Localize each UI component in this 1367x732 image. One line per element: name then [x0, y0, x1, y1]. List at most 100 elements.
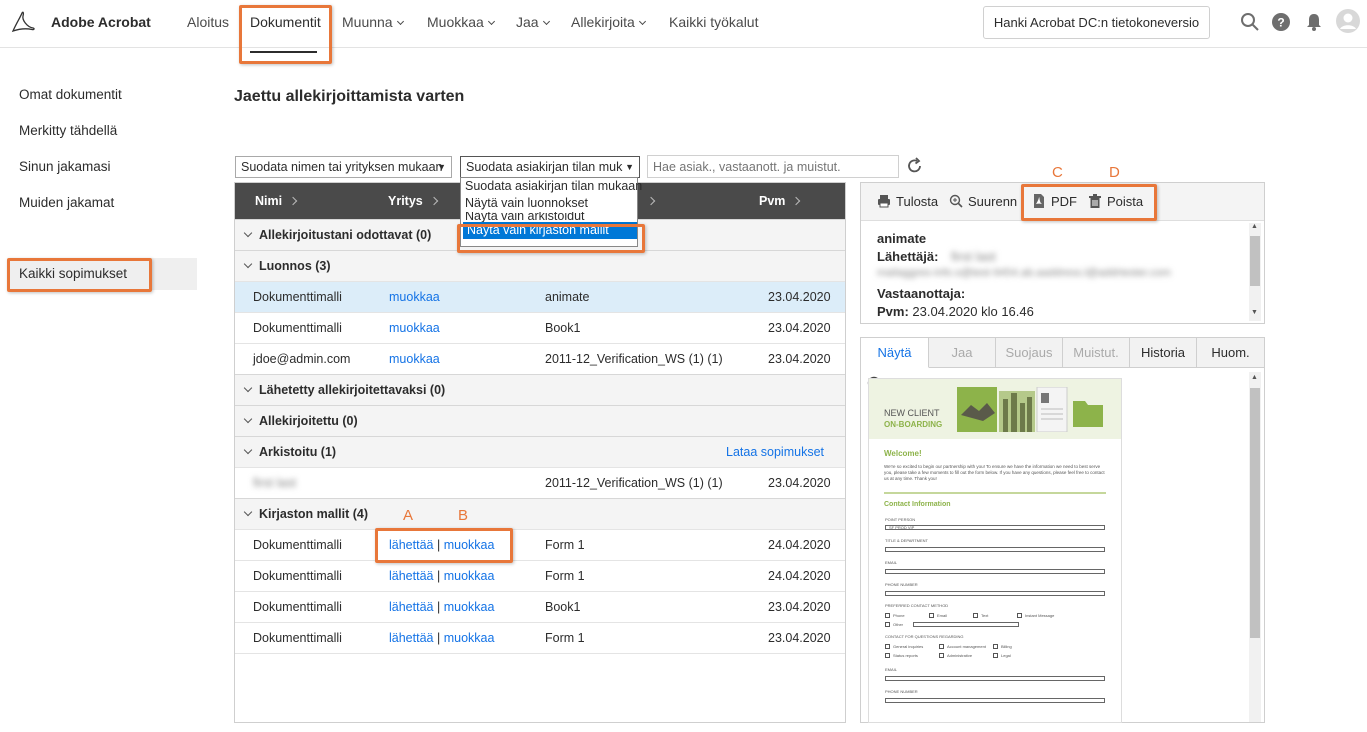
print-button[interactable]: Tulosta — [877, 194, 938, 209]
scroll-up-arrow-icon[interactable]: ▲ — [1251, 374, 1258, 381]
detail-sender-label: Lähettäjä: — [877, 249, 939, 264]
table-row[interactable]: Dokumenttimalli lähettää | muokkaa Book1… — [235, 591, 845, 622]
thumb-checkbox-label: Administrative — [947, 653, 973, 658]
send-link[interactable]: lähettää — [389, 600, 433, 614]
group-header-drafts[interactable]: Luonnos (3) — [235, 250, 845, 281]
nav-muokkaa[interactable]: Muokkaa — [427, 14, 495, 30]
thumb-checkbox-label: Legal — [1001, 653, 1011, 658]
nav-muunna[interactable]: Muunna — [342, 14, 404, 30]
chevron-right-icon — [288, 196, 298, 206]
sidebar-item-omat-dokumentit[interactable]: Omat dokumentit — [19, 87, 122, 102]
name-filter-select[interactable]: Suodata nimen tai yrityksen mukaan ▼ — [235, 156, 452, 178]
table-row[interactable]: jdoe@admin.com muokkaa 2011-12_Verificat… — [235, 343, 845, 374]
table-row[interactable]: Dokumenttimalli lähettää | muokkaa Form … — [235, 560, 845, 591]
table-row[interactable]: Dokumenttimalli lähettää | muokkaa Form … — [235, 529, 845, 560]
nav-dokumentit[interactable]: Dokumentit — [250, 14, 321, 30]
delete-button[interactable]: Poista — [1088, 194, 1143, 209]
table-footer-divider — [235, 653, 845, 654]
nav-kaikki-tyokalut[interactable]: Kaikki työkalut — [669, 14, 758, 30]
tab-historia[interactable]: Historia — [1130, 338, 1197, 368]
row-date: 23.04.2020 — [768, 476, 831, 490]
group-header-library-templates[interactable]: Kirjaston mallit (4) — [235, 498, 845, 529]
row-name: Dokumenttimalli — [253, 538, 342, 552]
tab-jaa[interactable]: Jaa — [929, 338, 996, 368]
thumb-field-label: TITLE & DEPARTMENT — [885, 538, 928, 543]
tab-suojaus[interactable]: Suojaus — [996, 338, 1063, 368]
send-link[interactable]: lähettää — [389, 631, 433, 645]
sidebar-item-merkitty[interactable]: Merkitty tähdellä — [19, 123, 117, 138]
acrobat-logo-icon[interactable] — [10, 10, 36, 37]
status-option-selected[interactable]: Näytä vain kirjaston mallit — [463, 222, 637, 239]
bell-icon[interactable] — [1306, 13, 1322, 34]
document-preview-thumbnail[interactable]: NEW CLIENT ON-BOARDING Welcome! We're so… — [868, 378, 1122, 723]
edit-link[interactable]: muokkaa — [444, 600, 495, 614]
table-row[interactable]: first last 2011-12_Verification_WS (1) (… — [235, 467, 845, 498]
thumb-field-label: PHONE NUMBER — [885, 689, 918, 694]
row-date: 24.04.2020 — [768, 538, 831, 552]
edit-link[interactable]: muokkaa — [389, 282, 440, 312]
thumb-welcome: Welcome! — [884, 449, 922, 458]
status-filter-select[interactable]: Suodata asiakirjan tilan muka ▼ — [460, 156, 640, 178]
scroll-down-arrow-icon[interactable]: ▼ — [1251, 309, 1258, 316]
column-header-sort[interactable] — [640, 194, 656, 208]
group-header-archived[interactable]: Arkistoitu (1) Lataa sopimukset — [235, 436, 845, 467]
sidebar-item-muiden-jakamat[interactable]: Muiden jakamat — [19, 195, 114, 210]
detail-date-label: Pvm: — [877, 304, 909, 319]
chevron-right-icon — [646, 196, 656, 206]
chevron-down-icon — [243, 259, 253, 269]
nav-aloitus[interactable]: Aloitus — [187, 14, 229, 30]
refresh-icon[interactable] — [906, 157, 924, 178]
send-link[interactable]: lähettää — [389, 569, 433, 583]
send-link[interactable]: lähettää — [389, 538, 433, 552]
table-row[interactable]: Dokumenttimalli muokkaa Book1 23.04.2020 — [235, 312, 845, 343]
get-desktop-button[interactable]: Hanki Acrobat DC:n tietokoneversio — [983, 6, 1210, 39]
column-header-company[interactable]: Yritys — [388, 194, 438, 208]
sidebar-item-sinun-jakamasi[interactable]: Sinun jakamasi — [19, 159, 111, 174]
column-header-date[interactable]: Pvm — [759, 194, 801, 208]
row-name: jdoe@admin.com — [253, 352, 351, 366]
tab-huom[interactable]: Huom. — [1197, 338, 1264, 368]
zoom-button[interactable]: Suurenn — [949, 194, 1017, 209]
avatar[interactable] — [1336, 9, 1360, 36]
download-agreements-link[interactable]: Lataa sopimukset — [726, 437, 824, 467]
row-date: 23.04.2020 — [768, 600, 831, 614]
status-option[interactable]: Näytä vain arkistoidut — [461, 212, 637, 222]
nav-allekirjoita[interactable]: Allekirjoita — [571, 14, 646, 30]
scroll-thumb[interactable] — [1250, 236, 1260, 286]
table-row[interactable]: Dokumenttimalli lähettää | muokkaa Form … — [235, 622, 845, 653]
row-document: Form 1 — [545, 538, 585, 552]
scroll-up-arrow-icon[interactable]: ▲ — [1251, 223, 1258, 230]
brand-name[interactable]: Adobe Acrobat — [51, 14, 151, 30]
details-scrollbar[interactable]: ▲ ▼ — [1249, 223, 1261, 321]
thumb-section: Contact Information — [884, 501, 951, 508]
column-header-name[interactable]: Nimi — [255, 194, 298, 208]
thumb-checkbox — [885, 622, 890, 627]
edit-link[interactable]: muokkaa — [389, 344, 440, 374]
sidebar-item-kaikki-sopimukset[interactable]: Kaikki sopimukset — [10, 258, 197, 290]
help-icon[interactable]: ? — [1272, 13, 1290, 34]
search-icon[interactable] — [1240, 12, 1260, 35]
edit-link[interactable]: muokkaa — [389, 313, 440, 343]
thumb-field-box — [885, 569, 1105, 574]
group-header-signed[interactable]: Allekirjoitettu (0) — [235, 405, 845, 436]
preview-scrollbar[interactable]: ▲ — [1249, 372, 1261, 722]
row-name: Dokumenttimalli — [253, 290, 342, 304]
group-header-sent[interactable]: Lähetetty allekirjoitettavaksi (0) — [235, 374, 845, 405]
pdf-button[interactable]: PDF — [1032, 194, 1077, 209]
nav-jaa[interactable]: Jaa — [516, 14, 550, 30]
scroll-thumb[interactable] — [1250, 388, 1260, 638]
group-label: Luonnos (3) — [259, 259, 331, 273]
status-option[interactable]: Suodata asiakirjan tilan mukaan — [461, 178, 642, 195]
thumb-field-label: POINT PERSON — [885, 517, 916, 522]
row-date: 23.04.2020 — [768, 631, 831, 645]
edit-link[interactable]: muokkaa — [444, 538, 495, 552]
status-option[interactable]: Näytä vain luonnokset — [461, 195, 637, 212]
thumb-field-box — [885, 698, 1105, 703]
tab-muistut[interactable]: Muistut. — [1063, 338, 1130, 368]
edit-link[interactable]: muokkaa — [444, 631, 495, 645]
tab-nayta[interactable]: Näytä — [861, 338, 929, 368]
search-input[interactable] — [647, 155, 899, 178]
thumb-checkbox — [939, 653, 944, 658]
edit-link[interactable]: muokkaa — [444, 569, 495, 583]
table-row[interactable]: Dokumenttimalli muokkaa animate 23.04.20… — [235, 281, 845, 312]
